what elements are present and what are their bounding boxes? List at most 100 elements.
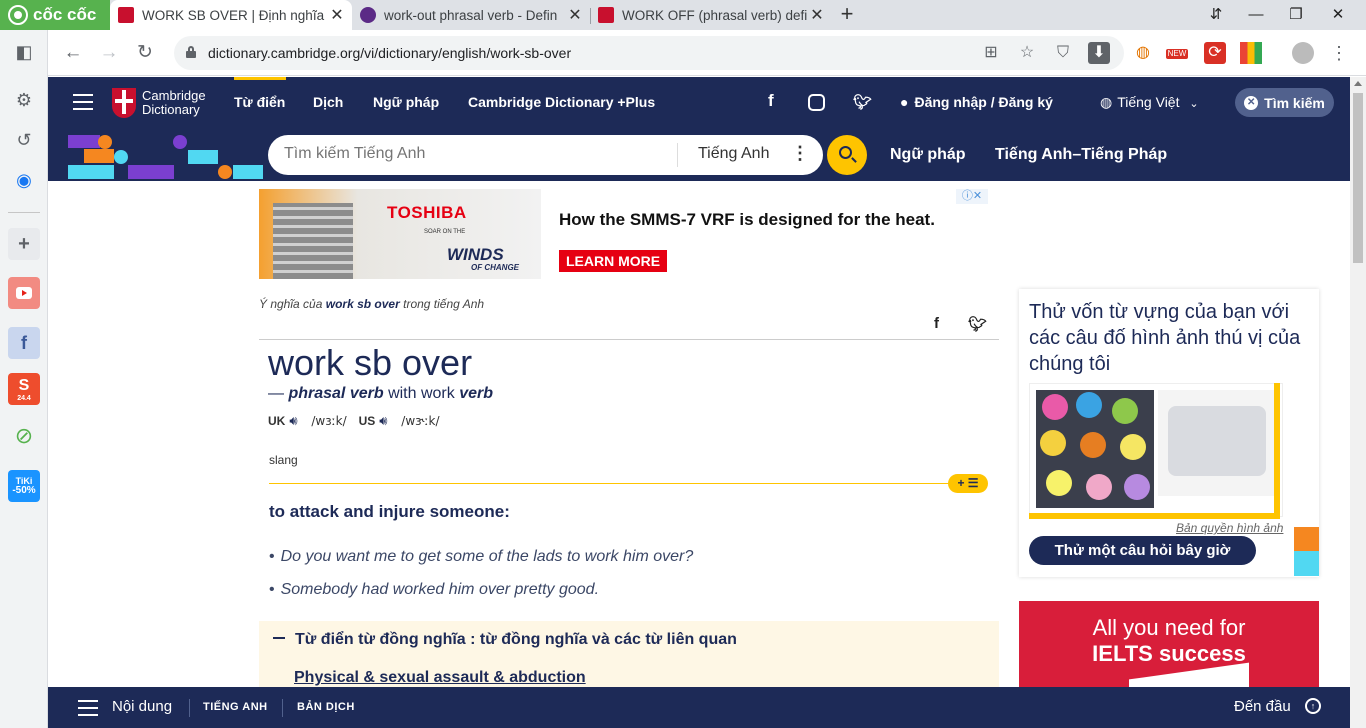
close-window-button[interactable]: ✕ xyxy=(1318,0,1358,30)
instagram-icon[interactable] xyxy=(808,94,825,111)
coccoc-logo-icon xyxy=(8,5,28,25)
profile-avatar[interactable] xyxy=(1292,42,1314,64)
sidebar-toggle-icon[interactable]: ◧ xyxy=(8,36,40,68)
decor-block xyxy=(1294,551,1319,576)
tab-title: WORK OFF (phrasal verb) defi xyxy=(622,7,808,23)
english-french-link[interactable]: Tiếng Anh–Tiếng Pháp xyxy=(995,146,1167,164)
definition: to attack and injure someone: xyxy=(269,502,510,521)
nav-translate[interactable]: Dịch xyxy=(313,94,343,110)
search-button[interactable] xyxy=(827,135,867,175)
pos-verb[interactable]: verb xyxy=(459,385,493,402)
contents-link[interactable]: Nội dung xyxy=(112,698,172,715)
ad-headline[interactable]: How the SMMS-7 VRF is designed for the h… xyxy=(559,210,935,230)
us-audio-speaker-icon[interactable]: 🔊︎ xyxy=(379,413,395,429)
bullet: • xyxy=(269,581,275,598)
cambridge-logo[interactable]: Cambridge Dictionary xyxy=(112,88,206,118)
back-to-top-link[interactable]: Đến đầu xyxy=(1234,698,1291,715)
facebook-icon[interactable]: f xyxy=(8,327,40,359)
menu-hamburger-icon[interactable] xyxy=(73,94,93,110)
bookmark-star-icon[interactable]: ☆ xyxy=(1016,42,1038,64)
forward-button[interactable]: → xyxy=(94,38,124,68)
coccoc-search-icon[interactable]: ⊘ xyxy=(8,420,40,452)
new-badge: NEW xyxy=(1166,49,1188,59)
more-options-icon[interactable]: ⋮ xyxy=(791,143,809,164)
globe-icon: ◍ xyxy=(1100,94,1113,110)
decor-block xyxy=(68,135,100,148)
share-facebook-icon[interactable]: f xyxy=(934,315,939,332)
new-tab-button[interactable]: + xyxy=(836,2,858,26)
tab-english[interactable]: TIẾNG ANH xyxy=(203,701,268,713)
search-strip: Tiếng Anh ⋮ Ngữ pháp Tiếng Anh–Tiếng Phá… xyxy=(48,129,1350,181)
tab-translation[interactable]: BẢN DỊCH xyxy=(297,701,355,713)
new-extension-icon[interactable]: NEW xyxy=(1166,42,1188,64)
scroll-up-arrow-icon[interactable] xyxy=(1354,81,1362,86)
quiz-card: Thử vốn từ vựng của bạn với các câu đố h… xyxy=(1019,289,1319,577)
dictionary-selector[interactable]: Tiếng Anh xyxy=(698,145,769,163)
close-tab-icon[interactable]: ✕ xyxy=(566,5,584,25)
decor-block xyxy=(84,149,114,163)
nav-dictionary[interactable]: Từ điển xyxy=(234,94,285,110)
facebook-icon[interactable]: f xyxy=(768,91,774,111)
twitter-icon[interactable]: 🐦︎ xyxy=(853,93,872,111)
contents-menu-icon[interactable] xyxy=(78,700,98,716)
browser-tab[interactable]: WORK OFF (phrasal verb) defi ✕ xyxy=(590,0,832,30)
history-icon[interactable]: ↺ xyxy=(8,124,40,156)
shield-icon[interactable]: ⛉ xyxy=(1052,42,1074,64)
share-twitter-icon[interactable]: 🐦︎ xyxy=(968,315,987,333)
browser-toolbar: ← → ↻ dictionary.cambridge.org/vi/dictio… xyxy=(48,30,1366,76)
thesaurus-title[interactable]: Từ điển từ đồng nghĩa : từ đồng nghĩa và… xyxy=(295,631,737,649)
quiz-image[interactable] xyxy=(1029,383,1283,517)
nav-plus[interactable]: Cambridge Dictionary +Plus xyxy=(468,94,655,110)
ielts-ad[interactable]: All you need for IELTS success xyxy=(1019,601,1319,687)
browser-tab-active[interactable]: WORK SB OVER | Định nghĩa ✕ xyxy=(110,0,352,30)
part-of-speech[interactable]: phrasal verb xyxy=(288,385,383,402)
try-quiz-button[interactable]: Thử một câu hỏi bây giờ xyxy=(1029,536,1256,565)
color-extension-icon[interactable] xyxy=(1240,42,1262,64)
add-sidebar-app-icon[interactable]: + xyxy=(8,228,40,260)
download-icon[interactable]: ⬇ xyxy=(1088,42,1110,64)
thesaurus-topic-link[interactable]: Physical & sexual assault & abduction xyxy=(294,669,586,687)
messenger-icon[interactable]: ◉ xyxy=(8,164,40,196)
decor-block xyxy=(1294,527,1319,551)
entry-breadcrumb: Ý nghĩa của work sb over trong tiếng Anh xyxy=(259,297,484,311)
scrollbar-thumb[interactable] xyxy=(1353,93,1363,263)
maximize-button[interactable]: ❐ xyxy=(1276,0,1316,30)
nav-grammar[interactable]: Ngữ pháp xyxy=(373,94,439,110)
add-to-wordlist-button[interactable]: + ☰ xyxy=(948,474,988,493)
login-link[interactable]: ● Đăng nhập / Đăng ký xyxy=(900,94,1053,110)
logo-line1: Cambridge xyxy=(142,88,206,103)
tiki-icon[interactable]: TiKi -50% xyxy=(8,470,40,502)
site-header: Cambridge Dictionary Từ điển Dịch Ngữ ph… xyxy=(48,77,1350,129)
reload-button[interactable]: ↻ xyxy=(130,38,160,68)
lock-icon[interactable] xyxy=(186,46,196,58)
image-credit-link[interactable]: Bản quyền hình ảnh xyxy=(1176,521,1283,535)
close-tab-icon[interactable]: ✕ xyxy=(808,5,826,25)
search-toggle-button[interactable]: ✕ Tìm kiếm xyxy=(1235,88,1334,117)
translate-icon[interactable]: ⊞ xyxy=(980,42,1002,64)
shopee-icon[interactable]: S 24.4 xyxy=(8,373,40,405)
collapse-minus-icon[interactable] xyxy=(273,637,285,639)
arrow-up-icon[interactable]: ↑ xyxy=(1305,698,1321,714)
learn-more-button[interactable]: LEARN MORE xyxy=(559,250,668,272)
page-scrollbar[interactable] xyxy=(1350,77,1366,728)
close-tab-icon[interactable]: ✕ xyxy=(328,5,346,25)
language-selector[interactable]: ◍ Tiếng Việt ⌄ xyxy=(1100,94,1199,111)
tab-search-icon[interactable]: ⇵ xyxy=(1196,0,1236,30)
browser-tab[interactable]: work-out phrasal verb - Defin ✕ xyxy=(352,0,590,30)
toshiba-ad[interactable]: TOSHIBA SOAR ON THE WINDS OF CHANGE How … xyxy=(259,189,988,279)
chrome-extension-icon[interactable]: ◍ xyxy=(1132,42,1154,64)
uk-audio-speaker-icon[interactable]: 🔊︎ xyxy=(289,413,305,429)
search-input[interactable] xyxy=(284,145,664,163)
youtube-icon[interactable] xyxy=(8,277,40,309)
us-ipa: /wɝːk/ xyxy=(401,414,440,428)
back-button[interactable]: ← xyxy=(58,38,88,68)
sync-extension-icon[interactable]: ⟳ xyxy=(1204,42,1226,64)
grammar-link[interactable]: Ngữ pháp xyxy=(890,146,966,164)
site-favicon-icon xyxy=(598,7,614,23)
url-text[interactable]: dictionary.cambridge.org/vi/dictionary/e… xyxy=(208,45,571,61)
ad-choices-icon[interactable]: ⓘ✕ xyxy=(956,189,988,204)
coccoc-logo[interactable]: cốc cốc xyxy=(0,0,110,30)
settings-gear-icon[interactable]: ⚙ xyxy=(8,84,40,116)
browser-menu-icon[interactable]: ⋮ xyxy=(1328,42,1350,64)
minimize-button[interactable]: — xyxy=(1236,0,1276,30)
